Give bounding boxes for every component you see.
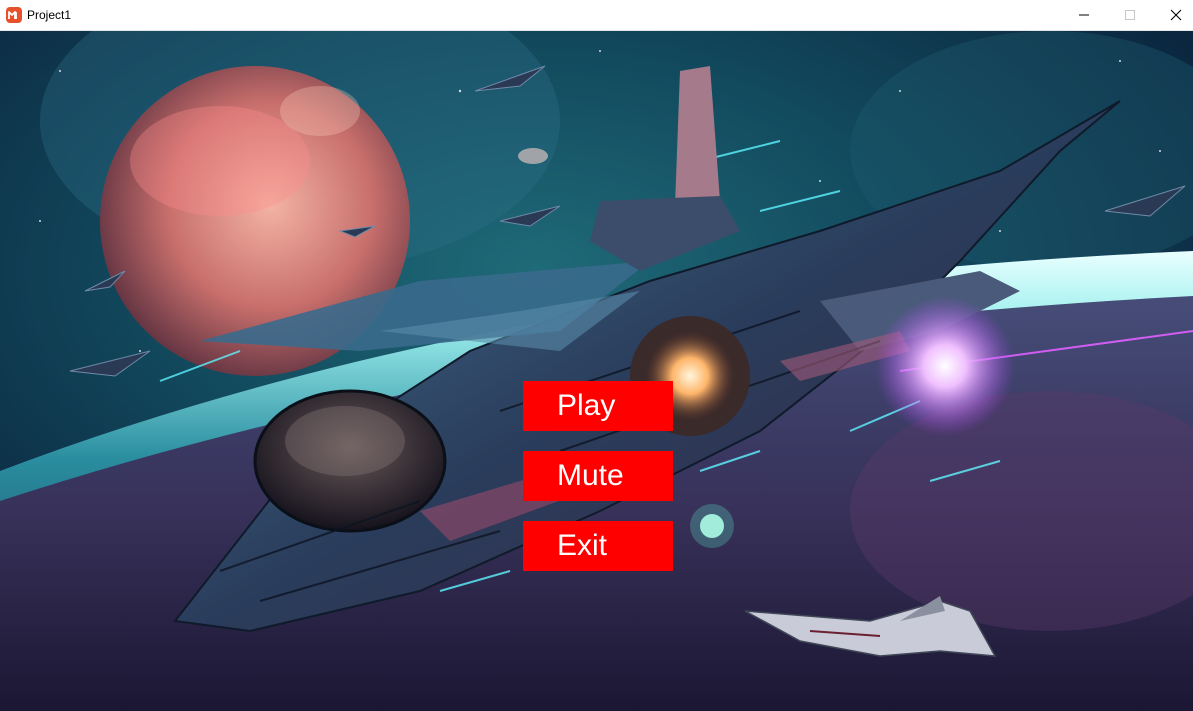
maximize-button[interactable] (1107, 0, 1153, 30)
close-button[interactable] (1153, 0, 1193, 30)
window-title: Project1 (27, 8, 72, 22)
monogame-icon (6, 7, 22, 23)
close-icon (1170, 9, 1182, 21)
game-window: Project1 Play Mute Exit (0, 0, 1193, 711)
minimize-icon (1079, 14, 1089, 16)
minimize-button[interactable] (1061, 0, 1107, 30)
mute-button[interactable]: Mute (523, 451, 673, 501)
maximize-icon (1125, 10, 1135, 20)
exit-button[interactable]: Exit (523, 521, 673, 571)
title-bar[interactable]: Project1 (0, 0, 1193, 31)
game-viewport[interactable]: Play Mute Exit (0, 31, 1193, 711)
space-battle-background (0, 31, 1193, 711)
play-button[interactable]: Play (523, 381, 673, 431)
